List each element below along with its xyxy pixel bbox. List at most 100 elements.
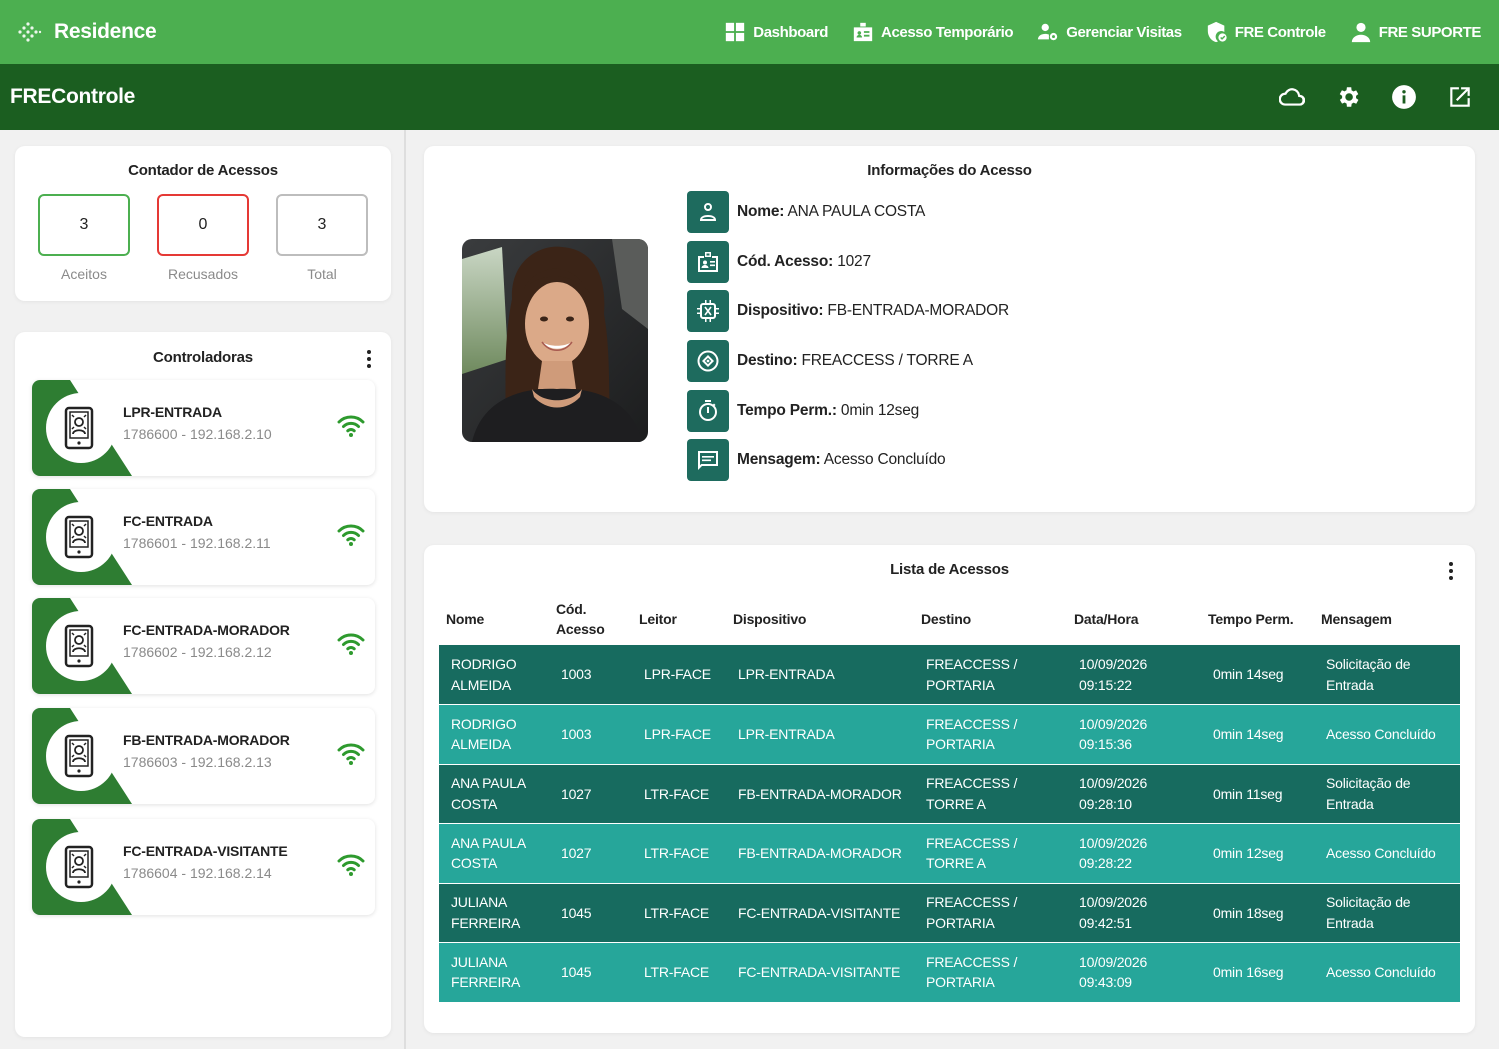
table-row[interactable]: RODRIGO ALMEIDA 1003 LPR-FACE LPR-ENTRAD… bbox=[439, 645, 1460, 705]
dashboard-icon bbox=[726, 22, 745, 42]
cell-leitor: LTR-FACE bbox=[632, 764, 726, 824]
controller-name: FC-ENTRADA bbox=[123, 513, 213, 529]
nav-gerenciar-visitas[interactable]: Gerenciar Visitas bbox=[1037, 21, 1182, 43]
nav-fre-controle[interactable]: FRE Controle bbox=[1206, 21, 1326, 43]
cell-nome: RODRIGO ALMEIDA bbox=[439, 704, 549, 764]
table-row[interactable]: RODRIGO ALMEIDA 1003 LPR-FACE LPR-ENTRAD… bbox=[439, 704, 1460, 764]
external-link-icon bbox=[1450, 87, 1470, 107]
nav-fre-suporte[interactable]: FRE SUPORTE bbox=[1350, 21, 1481, 43]
access-list-menu-button[interactable] bbox=[1441, 559, 1461, 583]
cell-data: 10/09/2026 09:28:10 bbox=[1067, 764, 1201, 824]
cell-mensagem: Solicitação de Entrada bbox=[1314, 645, 1460, 705]
cell-mensagem: Acesso Concluído bbox=[1314, 704, 1460, 764]
cell-leitor: LTR-FACE bbox=[632, 883, 726, 943]
target-icon bbox=[697, 350, 719, 372]
controller-address: 1786604 - 192.168.2.14 bbox=[123, 865, 272, 881]
cell-tempo: 0min 14seg bbox=[1201, 645, 1314, 705]
cloud-icon bbox=[1279, 88, 1305, 106]
accepted-counter: 3 Aceitos bbox=[38, 194, 130, 282]
cell-leitor: LTR-FACE bbox=[632, 823, 726, 883]
controller-address: 1786603 - 192.168.2.13 bbox=[123, 754, 272, 770]
access-list-card: Lista de Acessos Nome Cód. Acesso Leitor… bbox=[424, 545, 1475, 1033]
info-text: Dispositivo: FB-ENTRADA-MORADOR bbox=[737, 302, 1009, 320]
cell-dispositivo: FC-ENTRADA-VISITANTE bbox=[726, 942, 914, 1002]
info-icon-box bbox=[687, 290, 729, 333]
settings-button[interactable] bbox=[1335, 84, 1361, 110]
cloud-button[interactable] bbox=[1279, 84, 1305, 110]
person-icon bbox=[1351, 22, 1370, 43]
table-row[interactable]: ANA PAULA COSTA 1027 LTR-FACE FB-ENTRADA… bbox=[439, 823, 1460, 883]
column-header[interactable]: Leitor bbox=[632, 592, 726, 645]
table-row[interactable]: JULIANA FERREIRA 1045 LTR-FACE FC-ENTRAD… bbox=[439, 942, 1460, 1002]
user-gear-icon bbox=[1038, 23, 1058, 41]
top-nav-bar: Residence Dashboard Acesso Temporário Ge… bbox=[0, 0, 1499, 64]
brand-logo-icon bbox=[18, 22, 42, 42]
cell-dispositivo: FC-ENTRADA-VISITANTE bbox=[726, 883, 914, 943]
accepted-count: 3 bbox=[38, 194, 130, 256]
gear-icon bbox=[1339, 87, 1359, 107]
total-counter: 3 Total bbox=[276, 194, 368, 282]
column-header[interactable]: Cód. Acesso bbox=[549, 592, 632, 645]
controllers-title: Controladoras bbox=[153, 349, 253, 366]
reader-device-icon bbox=[32, 489, 132, 585]
info-row-destination: Destino: FREACCESS / TORRE A bbox=[687, 340, 1009, 383]
info-icon-box bbox=[687, 439, 729, 482]
cell-dispositivo: LPR-ENTRADA bbox=[726, 704, 914, 764]
cell-data: 10/09/2026 09:15:22 bbox=[1067, 645, 1201, 705]
refused-count: 0 bbox=[157, 194, 249, 256]
cell-cod: 1027 bbox=[549, 823, 632, 883]
column-header[interactable]: Destino bbox=[914, 592, 1067, 645]
controllers-card: Controladoras LPR-ENTRADA 1786600 - 192.… bbox=[15, 332, 391, 1037]
cell-destino: FREACCESS / TORRE A bbox=[914, 764, 1067, 824]
controller-item[interactable]: FB-ENTRADA-MORADOR 1786603 - 192.168.2.1… bbox=[32, 708, 375, 804]
column-header[interactable]: Dispositivo bbox=[726, 592, 914, 645]
wifi-icon bbox=[337, 854, 365, 876]
controllers-menu-button[interactable] bbox=[359, 347, 379, 371]
info-button[interactable] bbox=[1391, 84, 1417, 110]
table-row[interactable]: JULIANA FERREIRA 1045 LTR-FACE FC-ENTRAD… bbox=[439, 883, 1460, 943]
controller-item[interactable]: FC-ENTRADA-MORADOR 1786602 - 192.168.2.1… bbox=[32, 598, 375, 694]
cell-mensagem: Solicitação de Entrada bbox=[1314, 764, 1460, 824]
controller-item[interactable]: FC-ENTRADA-VISITANTE 1786604 - 192.168.2… bbox=[32, 819, 375, 915]
info-value: Acesso Concluído bbox=[823, 451, 946, 469]
controller-address: 1786601 - 192.168.2.11 bbox=[123, 535, 271, 551]
column-header[interactable]: Nome bbox=[439, 592, 549, 645]
info-icon-box bbox=[687, 191, 729, 233]
cell-tempo: 0min 18seg bbox=[1201, 883, 1314, 943]
access-counter-title: Contador de Acessos bbox=[128, 162, 278, 179]
cell-nome: JULIANA FERREIRA bbox=[439, 942, 549, 1002]
person-icon bbox=[700, 203, 716, 221]
accepted-label: Aceitos bbox=[61, 266, 107, 282]
controller-item[interactable]: LPR-ENTRADA 1786600 - 192.168.2.10 bbox=[32, 380, 375, 476]
table-row[interactable]: ANA PAULA COSTA 1027 LTR-FACE FB-ENTRADA… bbox=[439, 764, 1460, 824]
cell-mensagem: Solicitação de Entrada bbox=[1314, 883, 1460, 943]
info-value: ANA PAULA COSTA bbox=[787, 203, 926, 220]
id-card-icon bbox=[698, 251, 718, 272]
controller-item[interactable]: FC-ENTRADA 1786601 - 192.168.2.11 bbox=[32, 489, 375, 585]
info-value: 0min 12seg bbox=[840, 401, 920, 419]
column-header[interactable]: Tempo Perm. bbox=[1201, 592, 1314, 645]
column-header[interactable]: Data/Hora bbox=[1067, 592, 1201, 645]
controller-name: FC-ENTRADA-MORADOR bbox=[123, 622, 290, 638]
chip-icon bbox=[697, 300, 719, 323]
info-label: Dispositivo: bbox=[737, 302, 824, 320]
info-text: Destino: FREACCESS / TORRE A bbox=[737, 352, 973, 370]
refused-counter: 0 Recusados bbox=[157, 194, 249, 282]
wifi-icon bbox=[337, 415, 365, 437]
nav-acesso-temporario[interactable]: Acesso Temporário bbox=[852, 21, 1014, 43]
column-header[interactable]: Mensagem bbox=[1314, 592, 1460, 645]
cell-cod: 1003 bbox=[549, 645, 632, 705]
page-title: FREControle bbox=[10, 85, 136, 108]
brand[interactable]: Residence bbox=[16, 19, 157, 45]
nav-dashboard[interactable]: Dashboard bbox=[724, 21, 828, 43]
nav-gerenciar-visitas-label: Gerenciar Visitas bbox=[1066, 23, 1182, 41]
open-external-button[interactable] bbox=[1447, 84, 1473, 110]
access-info-card: Informações do Acesso Nome: ANA PAULA CO… bbox=[424, 146, 1475, 512]
info-row-device: Dispositivo: FB-ENTRADA-MORADOR bbox=[687, 290, 1009, 333]
nav-acesso-temporario-label: Acesso Temporário bbox=[881, 23, 1014, 41]
info-icon-box bbox=[687, 389, 729, 432]
info-icon-box bbox=[687, 340, 729, 383]
cell-nome: RODRIGO ALMEIDA bbox=[439, 645, 549, 705]
badge-icon bbox=[853, 22, 873, 42]
cell-data: 10/09/2026 09:42:51 bbox=[1067, 883, 1201, 943]
